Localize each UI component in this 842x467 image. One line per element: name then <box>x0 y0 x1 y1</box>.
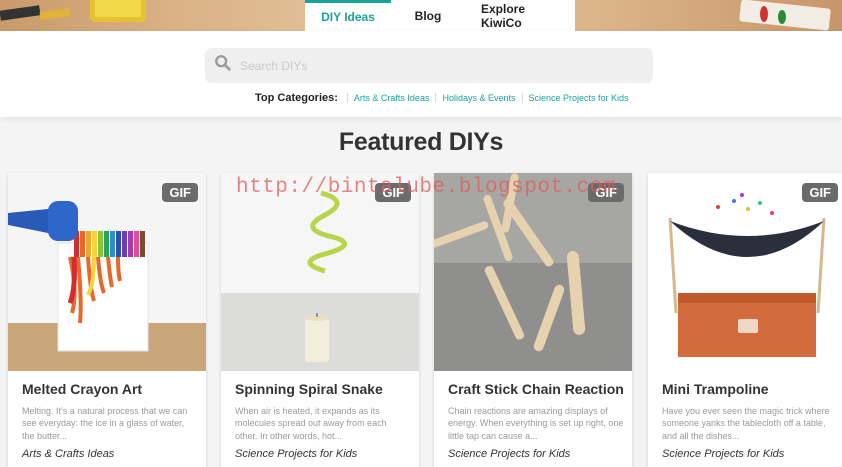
card-category[interactable]: Science Projects for Kids <box>448 448 570 460</box>
card-title[interactable]: Melted Crayon Art <box>22 381 142 397</box>
banner-decoration <box>0 5 41 21</box>
diy-card-melted-crayon-art[interactable]: GIF Melted Crayon Art Melting. It's a na… <box>8 173 206 467</box>
category-link-holidays-events[interactable]: Holidays & Events <box>435 93 521 103</box>
gif-badge: GIF <box>588 183 624 202</box>
section-title: Featured DIYs <box>338 128 504 156</box>
card-thumbnail[interactable]: GIF <box>434 173 632 371</box>
card-title[interactable]: Spinning Spiral Snake <box>235 381 383 397</box>
gif-badge: GIF <box>375 183 411 202</box>
tab-blog[interactable]: Blog <box>391 0 465 31</box>
gif-badge: GIF <box>162 183 198 202</box>
category-link-arts-crafts[interactable]: Arts & Crafts Ideas <box>346 93 436 103</box>
diy-card-spinning-spiral-snake[interactable]: GIF Spinning Spiral Snake When air is he… <box>221 173 419 467</box>
banner-decoration <box>778 10 786 24</box>
search-input[interactable] <box>240 58 640 73</box>
card-thumbnail[interactable]: GIF <box>648 173 842 371</box>
nav-tabs: DIY Ideas Blog Explore KiwiCo <box>305 0 575 31</box>
search-icon <box>214 54 232 77</box>
gif-badge: GIF <box>802 183 838 202</box>
card-category[interactable]: Arts & Crafts Ideas <box>22 448 114 460</box>
card-title[interactable]: Mini Trampoline <box>662 381 769 397</box>
card-category[interactable]: Science Projects for Kids <box>235 448 357 460</box>
card-description: Melting. It's a natural process that we … <box>22 406 188 441</box>
card-description: Chain reactions are amazing displays of … <box>448 406 624 441</box>
top-categories: Top Categories: Arts & Crafts Ideas Holi… <box>255 90 635 106</box>
category-link-science-projects[interactable]: Science Projects for Kids <box>521 93 635 103</box>
diy-card-craft-stick-chain-reaction[interactable]: GIF Craft Stick Chain Reaction Chain rea… <box>434 173 632 467</box>
card-category[interactable]: Science Projects for Kids <box>662 448 784 460</box>
banner-decoration <box>39 7 71 21</box>
diy-card-mini-trampoline[interactable]: GIF Mini Trampoline Have you ever seen t… <box>648 173 842 467</box>
card-thumbnail[interactable]: GIF <box>8 173 206 371</box>
search-panel: Top Categories: Arts & Crafts Ideas Holi… <box>0 31 842 117</box>
banner-decoration <box>760 6 768 22</box>
search-box[interactable] <box>205 48 653 83</box>
card-description: Have you ever seen the magic trick where… <box>662 406 830 441</box>
header-banner: DIY Ideas Blog Explore KiwiCo <box>0 0 842 31</box>
top-categories-label: Top Categories: <box>255 92 338 104</box>
tab-explore-kiwico[interactable]: Explore KiwiCo <box>465 0 575 31</box>
card-description: When air is heated, it expands as its mo… <box>235 406 387 441</box>
banner-decoration <box>90 0 146 22</box>
card-thumbnail[interactable]: GIF <box>221 173 419 371</box>
card-title[interactable]: Craft Stick Chain Reaction <box>448 381 624 397</box>
tab-diy-ideas[interactable]: DIY Ideas <box>305 0 391 31</box>
